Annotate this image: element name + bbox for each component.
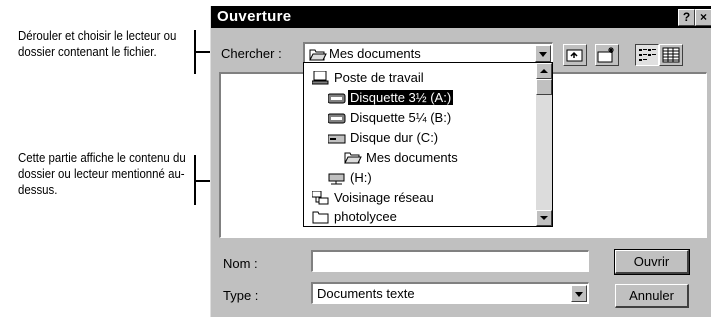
scroll-up-button[interactable]	[536, 63, 552, 79]
look-in-value: Mes documents	[329, 46, 421, 61]
folder-open-icon	[309, 49, 327, 61]
folder-open-icon	[344, 152, 362, 164]
look-in-label: Chercher :	[221, 46, 282, 61]
arrow-down-icon	[540, 216, 548, 220]
floppy-icon	[328, 113, 346, 124]
help-button[interactable]: ?	[678, 9, 695, 26]
scroll-down-button[interactable]	[536, 210, 552, 226]
new-folder-icon	[597, 47, 614, 63]
annotation-file-area: Cette partie affiche le contenu du dossi…	[18, 150, 186, 197]
arrow-up-icon	[540, 69, 548, 73]
dropdown-scrollbar[interactable]	[536, 63, 552, 226]
look-in-combo[interactable]: Mes documents	[303, 42, 553, 64]
title-bar: Ouverture ? ×	[211, 6, 711, 28]
look-in-dropdown-list[interactable]: Poste de travail Disquette 3½ (A:) Disqu…	[303, 62, 553, 227]
look-in-dropdown-button[interactable]	[535, 45, 551, 62]
network-drive-icon	[328, 173, 345, 185]
list-view-button[interactable]	[635, 44, 659, 66]
open-button[interactable]: Ouvrir	[614, 249, 690, 275]
name-label: Nom :	[223, 256, 258, 271]
folder-up-icon	[566, 49, 583, 62]
computer-icon	[312, 71, 329, 85]
annotation-look-in: Dérouler et choisir le lecteur ou dossie…	[18, 28, 177, 59]
network-icon	[312, 191, 329, 205]
open-dialog: Ouverture ? × Chercher : Mes documents P…	[210, 6, 711, 317]
close-button[interactable]: ×	[695, 9, 711, 26]
new-folder-button[interactable]	[595, 44, 619, 66]
details-view-icon	[662, 47, 680, 63]
dialog-title: Ouverture	[217, 8, 292, 25]
cancel-button[interactable]: Annuler	[615, 284, 689, 308]
file-type-value: Documents texte	[317, 286, 415, 301]
file-type-dropdown-button[interactable]	[571, 285, 587, 302]
floppy-icon	[328, 93, 346, 104]
list-view-icon	[639, 49, 656, 61]
hard-drive-icon	[328, 134, 346, 144]
folder-icon	[312, 211, 329, 224]
details-view-button[interactable]	[659, 44, 683, 66]
file-type-select[interactable]: Documents texte	[311, 282, 589, 304]
scroll-thumb[interactable]	[536, 79, 552, 95]
file-name-input[interactable]	[311, 250, 589, 272]
type-label: Type :	[223, 288, 259, 303]
up-one-level-button[interactable]	[563, 44, 587, 66]
